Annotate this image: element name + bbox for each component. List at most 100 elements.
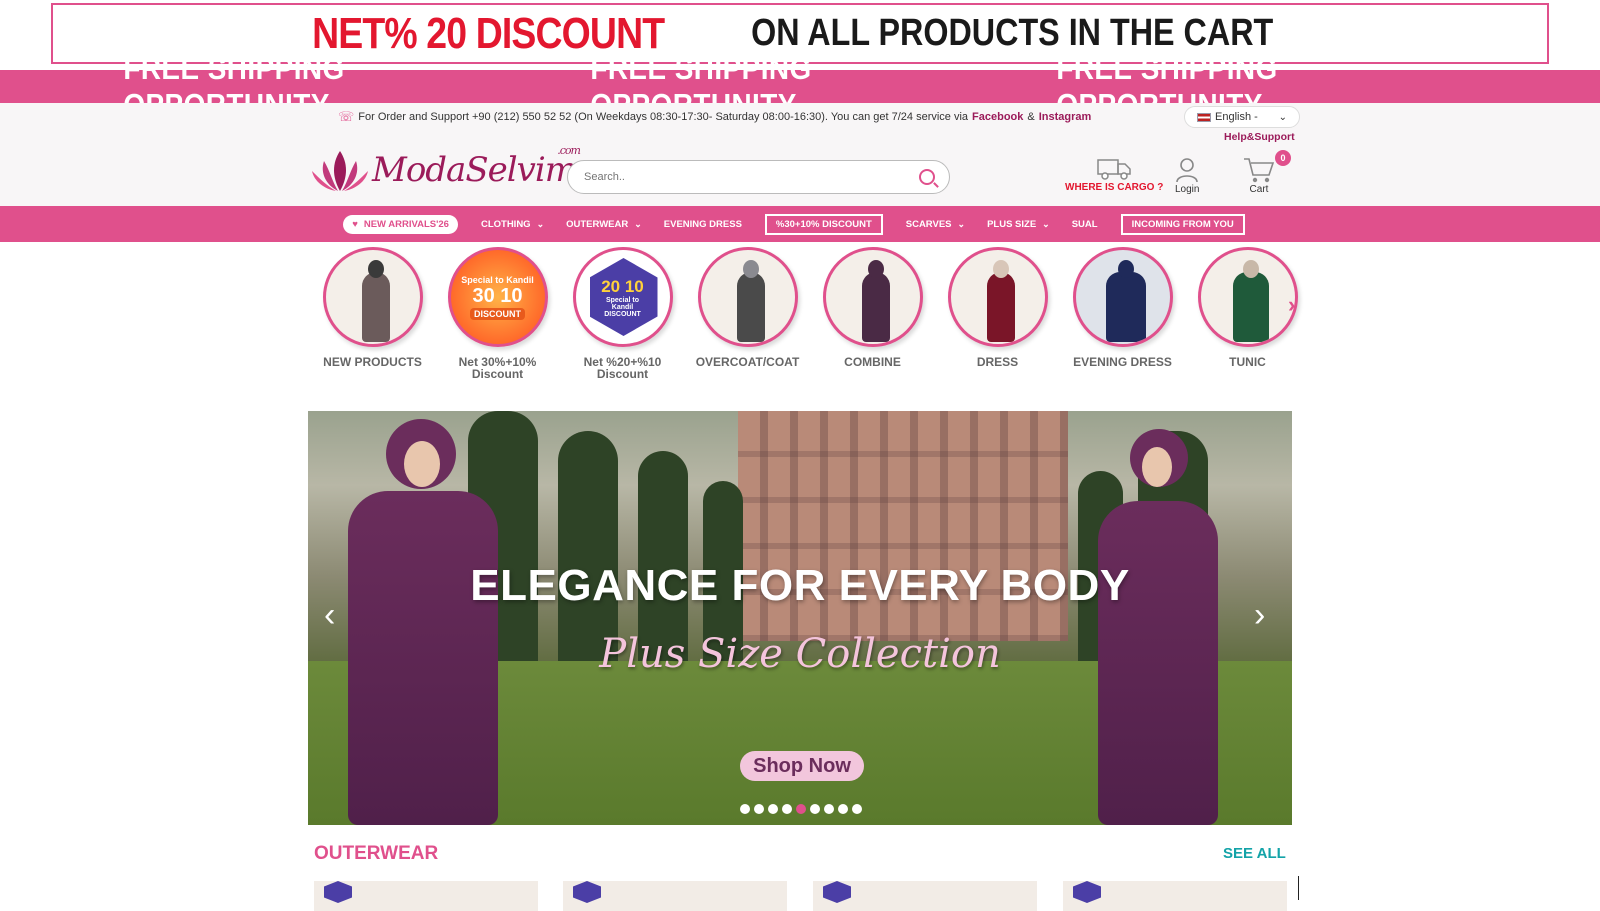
help-support-link[interactable]: Help&Support: [1224, 131, 1295, 143]
search-icon[interactable]: [919, 169, 935, 185]
nav-plus-size-label: PLUS SIZE: [987, 218, 1037, 230]
nav-sual-label: SUAL: [1071, 218, 1098, 230]
slider-dot[interactable]: [824, 804, 834, 814]
main-nav: ♥ NEW ARRIVALS'26 CLOTHING ⌄ OUTERWEAR ⌄…: [0, 206, 1600, 242]
user-icon: [1176, 158, 1199, 183]
slider-dot[interactable]: [782, 804, 792, 814]
language-label: English -: [1215, 111, 1258, 123]
support-info: ☏ For Order and Support +90 (212) 550 52…: [338, 109, 1091, 125]
category-new-products[interactable]: NEW PRODUCTS: [310, 247, 435, 368]
slider-dot[interactable]: [740, 804, 750, 814]
nav-clothing-label: CLOTHING: [480, 218, 531, 230]
chevron-down-icon: ⌄: [1042, 218, 1050, 229]
hero-slider: ELEGANCE FOR EVERY BODY Plus Size Collec…: [308, 411, 1292, 825]
category-thumbnail: Special to Kandil 30 10 DISCOUNT: [447, 247, 548, 347]
lotus-logo-icon: [312, 151, 368, 191]
category-carousel: NEW PRODUCTS Special to Kandil 30 10 DIS…: [310, 247, 1300, 387]
see-all-link[interactable]: SEE ALL: [1223, 845, 1286, 862]
support-text: For Order and Support +90 (212) 550 52 5…: [358, 111, 969, 123]
category-thumbnail: [1197, 247, 1298, 347]
category-label: NEW PRODUCTS: [323, 355, 422, 369]
cargo-label: WHERE IS CARGO ?: [1065, 182, 1164, 193]
category-combine[interactable]: COMBINE: [810, 247, 935, 368]
category-label: Net 30%+10% Discount: [458, 355, 537, 381]
nav-incoming-label: INCOMING FROM YOU: [1131, 218, 1234, 230]
category-label: EVENING DRESS: [1073, 355, 1172, 369]
product-card[interactable]: [813, 881, 1037, 911]
category-thumbnail: 20 10 Special to Kandil DISCOUNT: [572, 247, 673, 347]
slider-dot[interactable]: [852, 804, 862, 814]
shop-now-button[interactable]: Shop Now: [740, 751, 864, 781]
search-bar: [567, 160, 950, 194]
hero-subtitle: Plus Size Collection: [599, 631, 1001, 677]
section-title: OUTERWEAR: [314, 843, 439, 864]
site-logo[interactable]: ModaSelvim .com: [310, 144, 581, 193]
category-overcoat-coat[interactable]: OVERCOAT/COAT: [685, 247, 810, 368]
category-label: TUNIC: [1229, 355, 1266, 369]
cart-count-badge: 0: [1275, 150, 1291, 166]
product-card[interactable]: [314, 881, 538, 911]
slider-dot[interactable]: [796, 804, 806, 814]
cargo-tracking-button[interactable]: WHERE IS CARGO ?: [1065, 156, 1163, 193]
chevron-down-icon: ⌄: [634, 218, 642, 229]
headset-icon: ☏: [338, 109, 355, 124]
us-flag-icon: [1197, 112, 1211, 122]
nav-evening-dress-label: EVENING DRESS: [663, 218, 742, 230]
hero-title: ELEGANCE FOR EVERY BODY: [470, 561, 1130, 610]
nav-discount-label: %30+10% DISCOUNT: [775, 218, 872, 230]
logo-text: ModaSelvim .com: [372, 144, 581, 190]
nav-plus-size[interactable]: PLUS SIZE ⌄: [976, 219, 1061, 230]
nav-clothing[interactable]: CLOTHING ⌄: [470, 219, 555, 230]
chevron-down-icon: ⌄: [957, 218, 966, 229]
category-evening-dress[interactable]: EVENING DRESS: [1060, 247, 1185, 368]
login-label: Login: [1175, 184, 1200, 195]
chevron-down-icon: ⌄: [536, 218, 545, 229]
chevron-down-icon: ⌄: [1278, 111, 1287, 123]
nav-sual[interactable]: SUAL: [1061, 219, 1109, 230]
search-input[interactable]: [584, 171, 919, 183]
facebook-link[interactable]: Facebook: [972, 111, 1023, 123]
slider-next-arrow-icon[interactable]: ›: [1254, 596, 1265, 635]
carousel-next-arrow-icon[interactable]: ›: [1288, 292, 1295, 318]
category-thumbnail: [322, 247, 423, 347]
nav-discount[interactable]: %30+10% DISCOUNT: [764, 213, 883, 235]
slider-dot[interactable]: [754, 804, 764, 814]
nav-new-arrivals[interactable]: ♥ NEW ARRIVALS'26: [343, 214, 458, 234]
category-net-30-10[interactable]: Special to Kandil 30 10 DISCOUNT Net 30%…: [435, 247, 560, 380]
nav-outerwear[interactable]: OUTERWEAR ⌄: [555, 219, 653, 230]
slider-dot[interactable]: [768, 804, 778, 814]
language-select[interactable]: English - ⌄: [1184, 106, 1300, 128]
nav-scarves[interactable]: SCARVES ⌄: [895, 219, 976, 230]
category-label: COMBINE: [844, 355, 901, 369]
discount-banner-text: ON ALL PRODUCTS IN THE CART: [751, 12, 1274, 54]
product-card[interactable]: [563, 881, 787, 911]
slider-prev-arrow-icon[interactable]: ‹: [324, 596, 335, 635]
category-label: DRESS: [976, 355, 1019, 369]
category-thumbnail: [947, 247, 1048, 347]
product-card[interactable]: [1063, 881, 1287, 911]
badge-numbers: 20 10: [601, 276, 644, 296]
cart-icon: [1244, 158, 1275, 183]
slider-dot[interactable]: [838, 804, 848, 814]
scrollbar-edge: [1298, 876, 1299, 900]
instagram-link[interactable]: Instagram: [1039, 111, 1092, 123]
category-thumbnail: [1072, 247, 1173, 347]
slider-dot[interactable]: [810, 804, 820, 814]
badge-bottom-text: DISCOUNT: [470, 307, 525, 320]
nav-evening-dress[interactable]: EVENING DRESS: [653, 219, 753, 230]
login-button[interactable]: Login: [1175, 156, 1199, 195]
cart-button[interactable]: Cart 0: [1243, 150, 1291, 195]
category-dress[interactable]: DRESS: [935, 247, 1060, 368]
badge-bottom-text: Special to Kandil DISCOUNT: [604, 296, 641, 318]
free-shipping-strip: FREE SHIPPING OPPORTUNITY FREE SHIPPING …: [0, 51, 1600, 122]
logo-wordmark: ModaSelvim: [372, 150, 577, 190]
badge-numbers: 30 10: [472, 284, 523, 307]
slider-pagination: [740, 804, 862, 814]
logo-suffix: .com: [557, 144, 581, 157]
category-thumbnail: [822, 247, 923, 347]
truck-icon: [1097, 159, 1131, 180]
nav-outerwear-label: OUTERWEAR: [566, 218, 629, 230]
category-label: Net %20+%10 Discount: [583, 355, 662, 381]
nav-incoming-from-you[interactable]: INCOMING FROM YOU: [1120, 213, 1245, 235]
category-net-20-10[interactable]: 20 10 Special to Kandil DISCOUNT Net %20…: [560, 247, 685, 380]
